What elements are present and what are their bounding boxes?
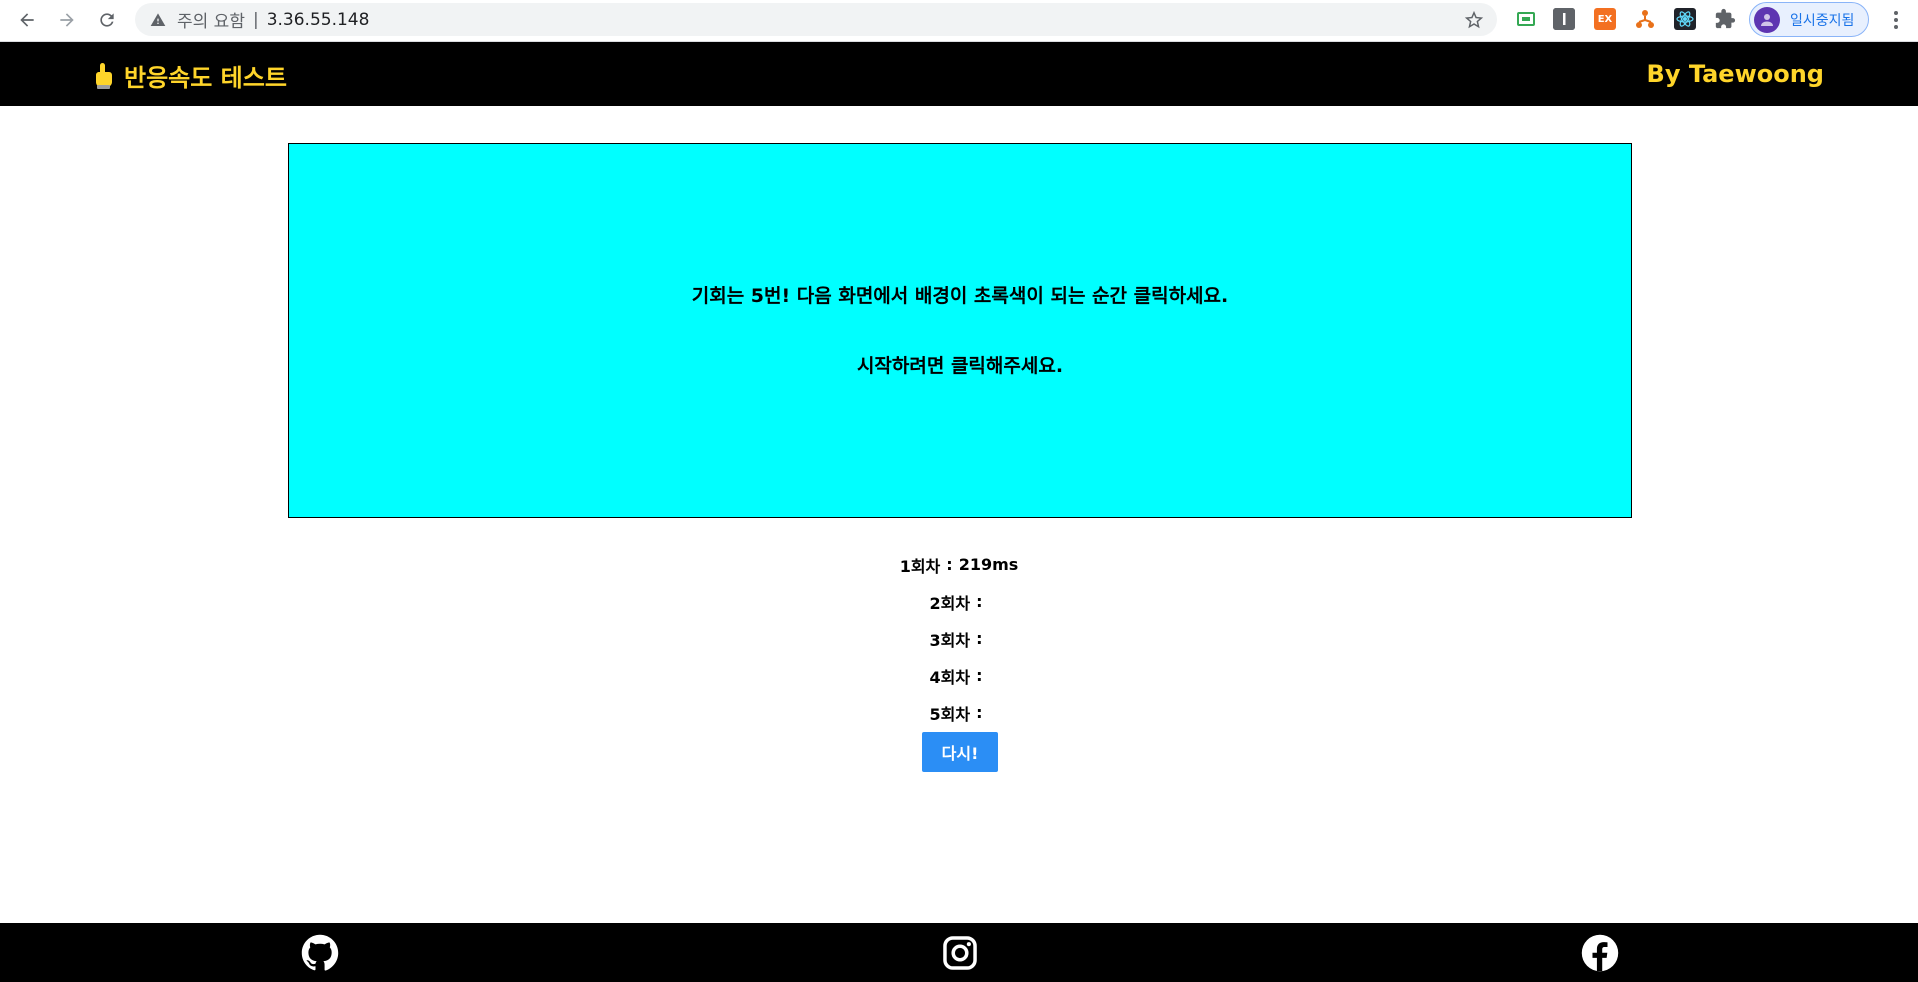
extension-puzzle-icon[interactable] xyxy=(1714,8,1736,30)
extension-screen-icon[interactable] xyxy=(1515,8,1537,30)
more-vert-icon[interactable] xyxy=(1886,8,1906,32)
back-arrow-icon[interactable] xyxy=(12,5,42,35)
page-title: 반응속도 테스트 xyxy=(124,64,287,92)
result-row-2: 2회차 : xyxy=(0,583,1918,620)
result-label: 5회차 xyxy=(929,704,971,724)
result-label: 2회차 xyxy=(929,593,971,613)
result-separator: : xyxy=(976,592,983,611)
profile-button[interactable]: 일시중지됨 xyxy=(1749,2,1869,37)
results-list: 1회차 : 219ms 2회차 : 3회차 : 4회차 : 5회차 : xyxy=(0,546,1918,731)
security-label[interactable]: 주의 요함 xyxy=(177,7,245,32)
app-header: 반응속도 테스트 By Taewoong xyxy=(0,42,1918,106)
omnibox-separator: | xyxy=(252,9,259,30)
result-separator: : xyxy=(976,703,983,722)
result-value: 219ms xyxy=(958,555,1019,574)
start-prompt-text: 시작하려면 클릭해주세요. xyxy=(856,355,1064,377)
warning-icon[interactable] xyxy=(149,11,167,29)
instagram-icon[interactable] xyxy=(941,934,979,972)
forward-arrow-icon[interactable] xyxy=(52,5,82,35)
brand: 반응속도 테스트 xyxy=(92,58,287,93)
extension-ex-icon[interactable]: EX xyxy=(1594,8,1616,30)
github-icon[interactable] xyxy=(301,934,339,972)
result-row-5: 5회차 : xyxy=(0,694,1918,731)
facebook-icon[interactable] xyxy=(1581,934,1619,972)
extension-info-icon[interactable] xyxy=(1553,8,1575,30)
address-bar[interactable]: 주의 요함 | 3.36.55.148 xyxy=(135,3,1497,36)
extension-network-icon[interactable] xyxy=(1634,8,1656,30)
reaction-stage[interactable]: 기회는 5번! 다음 화면에서 배경이 초록색이 되는 순간 클릭하세요. 시작… xyxy=(288,143,1632,518)
react-devtools-icon[interactable] xyxy=(1674,8,1696,30)
retry-button[interactable]: 다시! xyxy=(922,732,998,772)
result-row-4: 4회차 : xyxy=(0,657,1918,694)
result-label: 3회차 xyxy=(929,630,971,650)
result-separator: : xyxy=(976,629,983,648)
browser-toolbar: 주의 요함 | 3.36.55.148 EX 일시중지됨 xyxy=(0,0,1918,42)
avatar xyxy=(1754,6,1780,33)
result-label: 4회차 xyxy=(929,667,971,687)
result-separator: : xyxy=(946,555,953,574)
pointing-hand-icon xyxy=(96,62,112,89)
result-row-3: 3회차 : xyxy=(0,620,1918,657)
result-row-1: 1회차 : 219ms xyxy=(0,546,1918,583)
profile-label: 일시중지됨 xyxy=(1790,12,1855,29)
star-icon[interactable] xyxy=(1463,9,1485,31)
author-label: By Taewoong xyxy=(1646,60,1824,88)
app-footer xyxy=(0,923,1918,982)
reload-icon[interactable] xyxy=(92,5,122,35)
result-separator: : xyxy=(976,666,983,685)
result-label: 1회차 xyxy=(899,556,941,576)
instruction-text: 기회는 5번! 다음 화면에서 배경이 초록색이 되는 순간 클릭하세요. xyxy=(691,285,1229,307)
url-text[interactable]: 3.36.55.148 xyxy=(267,10,370,30)
